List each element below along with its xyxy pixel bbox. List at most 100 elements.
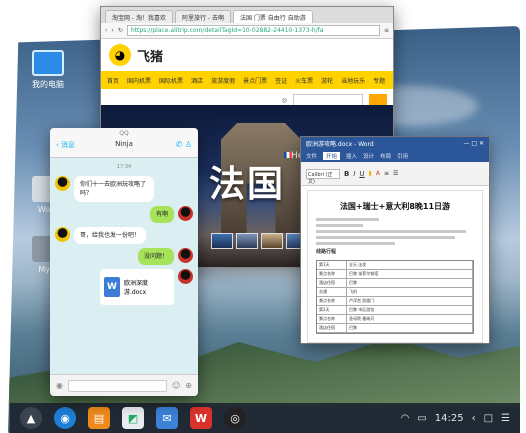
word-window-title: 欧洲游攻略.docx - Word — [306, 141, 374, 148]
table-cell: 景点名称 — [317, 270, 347, 278]
desktop-icon-computer[interactable]: 我的电脑 — [24, 50, 72, 90]
back-icon[interactable]: ‹ — [472, 413, 476, 424]
underline-icon[interactable]: U — [359, 170, 364, 178]
menu-icon[interactable]: ☰ — [501, 413, 510, 424]
qq-chat-window: QQ ‹ 消息 Ninja ✆ ♙ 17:34 你们十一去欧洲玩攻略了吗？ 有啊… — [50, 128, 198, 396]
nav-item[interactable]: 国内机票 — [127, 76, 151, 85]
thumbnail[interactable] — [236, 233, 258, 249]
nav-item[interactable]: 国际机票 — [159, 76, 183, 85]
message-bubble: 有啊 — [149, 206, 174, 223]
menu-icon[interactable]: ≡ — [384, 27, 389, 34]
browser-icon[interactable]: ◉ — [54, 407, 76, 429]
system-tray: ◠ ▭ 14:25 ‹ □ ☰ — [401, 413, 510, 424]
menu-item[interactable]: 文件 — [306, 152, 317, 160]
forward-arrow-icon[interactable]: › — [111, 27, 113, 34]
nav-item[interactable]: 游轮 — [321, 76, 333, 85]
window-controls[interactable]: — □ ✕ — [463, 140, 484, 147]
thumbnail[interactable] — [261, 233, 283, 249]
media-player-icon[interactable]: ◎ — [224, 407, 246, 429]
menu-item-active[interactable]: 开始 — [323, 152, 341, 160]
table-cell: 全天 出发 — [347, 261, 473, 269]
nav-item[interactable]: 火车票 — [295, 76, 313, 85]
nav-item[interactable]: 景点门票 — [243, 76, 267, 85]
screenshot-stage: 我的电脑 Work My d ▲ ◉ ▤ ◩ ✉ W ◎ ◠ ▭ 14:25 ‹… — [0, 0, 526, 433]
highlight-icon[interactable]: ▮ — [369, 170, 372, 177]
table-row: 景点名称 圣母院 塞纳河 — [317, 315, 473, 324]
wifi-icon[interactable]: ◠ — [401, 413, 410, 424]
browser-tab[interactable]: 阿里旅行 - 去啊 — [174, 10, 231, 23]
nav-item[interactable]: 旅游度假 — [211, 76, 235, 85]
site-brand: 飞猪 — [137, 49, 164, 65]
back-arrow-icon[interactable]: ‹ — [105, 27, 107, 34]
emoji-icon[interactable]: ☺ — [172, 381, 180, 390]
table-cell: 交通 — [317, 288, 347, 296]
itinerary-table: 第1天 全天 出发 景点名称 巴黎 埃菲尔铁塔 酒店住宿 巴黎 交通 飞机 景点名称 卢浮… — [316, 260, 474, 334]
profile-icon[interactable]: ♙ — [185, 140, 192, 149]
table-row: 第2天 巴黎 市区游览 — [317, 306, 473, 315]
menu-item[interactable]: 布局 — [380, 152, 391, 160]
browser-tab[interactable]: 淘宝网 - 淘！我喜欢 — [105, 10, 173, 23]
url-input[interactable]: https://place.alitrip.com/detailTagId=10… — [126, 25, 380, 36]
word-window: 欧洲游攻略.docx - Word — □ ✕ 文件 开始 插入 设计 布局 引… — [300, 136, 490, 344]
avatar[interactable] — [55, 227, 70, 242]
avatar[interactable] — [178, 269, 193, 284]
font-color-icon[interactable]: A — [376, 170, 380, 177]
text-line — [316, 218, 380, 221]
fliggy-logo-icon: ◕ — [109, 44, 131, 66]
nav-item[interactable]: 专题 — [373, 76, 385, 85]
home-icon[interactable]: □ — [484, 413, 493, 424]
menu-item[interactable]: 插入 — [346, 152, 357, 160]
voice-icon[interactable]: ◉ — [56, 381, 63, 390]
menu-item[interactable]: 设计 — [363, 152, 374, 160]
qq-header: QQ ‹ 消息 Ninja ✆ ♙ — [50, 128, 198, 158]
bold-icon[interactable]: B — [344, 170, 349, 178]
browser-tabbar: 淘宝网 - 淘！我喜欢 阿里旅行 - 去啊 法国 门票 自由行 自助游 — [101, 7, 393, 23]
list-icon[interactable]: ☰ — [393, 170, 398, 177]
file-name: 欧洲深度游.docx — [123, 280, 148, 296]
nav-item[interactable]: 签证 — [275, 76, 287, 85]
message-bubble: 哥，给我也发一份吧！ — [74, 227, 147, 244]
battery-icon[interactable]: ▭ — [417, 413, 426, 424]
nav-item[interactable]: 首页 — [107, 76, 119, 85]
chat-message-right: 没问题！ — [55, 248, 193, 265]
word-file-icon: W — [104, 277, 120, 297]
table-cell: 酒店住宿 — [317, 279, 347, 287]
message-input[interactable] — [67, 379, 167, 392]
browser-tab[interactable]: 法国 门票 自由行 自助游 — [232, 10, 313, 23]
table-cell: 第2天 — [317, 306, 347, 314]
call-icon[interactable]: ✆ — [176, 140, 183, 149]
site-nav: 首页 国内机票 国际机票 酒店 旅游度假 景点门票 签证 火车票 游轮 当地玩乐… — [101, 71, 393, 89]
qq-timestamp: 17:34 — [116, 164, 132, 170]
office-icon[interactable]: W — [190, 407, 212, 429]
notes-icon[interactable]: ▤ — [88, 407, 110, 429]
add-icon[interactable]: ⊕ — [185, 381, 192, 390]
table-cell: 巴黎 — [347, 279, 473, 287]
text-line — [316, 230, 467, 233]
hero-title: 法国 — [209, 164, 286, 205]
avatar[interactable] — [178, 248, 193, 263]
nav-item[interactable]: 当地玩乐 — [341, 76, 365, 85]
image-viewer-icon[interactable]: ◩ — [122, 407, 144, 429]
italic-icon[interactable]: I — [353, 170, 355, 178]
align-icon[interactable]: ≡ — [384, 170, 389, 177]
avatar[interactable] — [178, 206, 193, 221]
refresh-icon[interactable]: ↻ — [118, 27, 123, 34]
chat-message-right: 有啊 — [55, 206, 193, 223]
menu-item[interactable]: 引用 — [397, 152, 408, 160]
table-row: 酒店住宿 巴黎 — [317, 324, 473, 333]
avatar[interactable] — [55, 176, 70, 191]
start-menu-icon[interactable]: ▲ — [20, 407, 42, 429]
thumbnail[interactable] — [211, 233, 233, 249]
table-row: 景点名称 巴黎 埃菲尔铁塔 — [317, 270, 473, 279]
document-page[interactable]: 法国+瑞士+意大利8晚11日游 线路行程 第1天 全天 出发 景点名称 巴黎 埃菲尔… — [307, 190, 483, 343]
mail-icon[interactable]: ✉ — [156, 407, 178, 429]
text-line — [316, 236, 456, 239]
table-cell: 巴黎 市区游览 — [347, 306, 473, 314]
file-attachment[interactable]: W 欧洲深度游.docx — [100, 269, 174, 305]
font-select[interactable]: Calibri (正文) — [306, 168, 340, 185]
chat-file-message: W 欧洲深度游.docx — [55, 269, 193, 305]
table-cell: 巴黎 埃菲尔铁塔 — [347, 270, 473, 278]
computer-icon — [32, 50, 64, 76]
nav-item[interactable]: 酒店 — [191, 76, 203, 85]
site-header: ◕ 飞猪 — [101, 39, 393, 71]
